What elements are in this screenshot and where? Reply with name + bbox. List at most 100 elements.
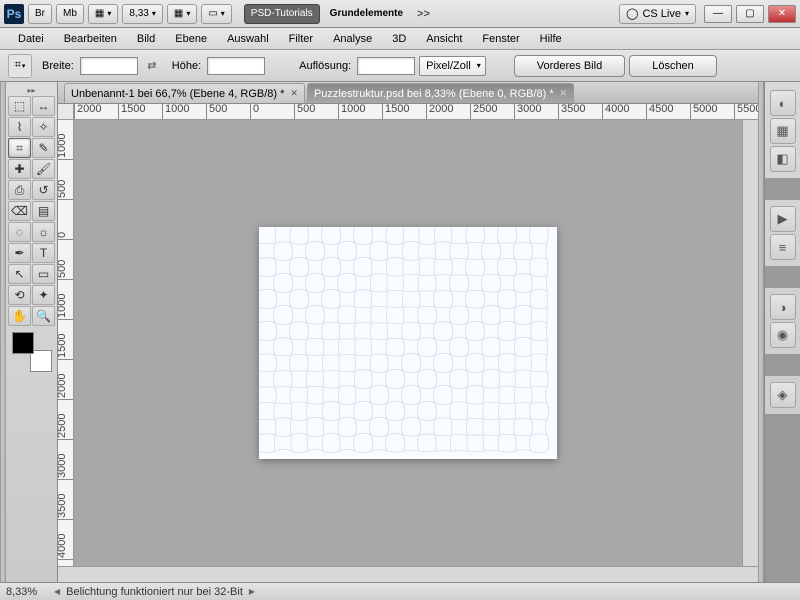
3d-rotate-tool[interactable]: ⟲ xyxy=(8,285,31,305)
menu-hilfe[interactable]: Hilfe xyxy=(530,31,572,47)
shape-tool[interactable]: ▭ xyxy=(32,264,55,284)
screen-mode-button[interactable]: ▭ xyxy=(201,4,231,24)
adjustments-panel-icon[interactable]: ◧ xyxy=(770,146,796,172)
vertical-scrollbar[interactable] xyxy=(742,120,758,566)
menu-fenster[interactable]: Fenster xyxy=(472,31,529,47)
color-swatches[interactable] xyxy=(12,332,52,372)
workspace-other[interactable]: Grundelemente xyxy=(324,4,409,24)
blur-tool[interactable]: ◌ xyxy=(8,222,31,242)
ruler-tick: 2500 xyxy=(470,104,497,120)
ruler-tick: 1500 xyxy=(382,104,409,120)
more-workspaces-icon[interactable]: >> xyxy=(417,8,430,20)
masks-panel-icon[interactable]: ◑ xyxy=(770,294,796,320)
ruler-tick: 2000 xyxy=(58,360,74,400)
width-input[interactable] xyxy=(80,57,138,75)
ruler-tick: 500 xyxy=(206,104,227,120)
canvas-area[interactable] xyxy=(74,120,742,566)
canvas-document[interactable] xyxy=(259,227,557,459)
layers-panel-icon[interactable]: ◈ xyxy=(770,382,796,408)
status-bar: 8,33% ◀ Belichtung funktioniert nur bei … xyxy=(0,582,800,600)
wand-tool[interactable]: ✧ xyxy=(32,117,55,137)
foreground-color-swatch[interactable] xyxy=(12,332,34,354)
styles-panel-icon[interactable]: ≡ xyxy=(770,234,796,260)
fx-panel-icon[interactable]: ◉ xyxy=(770,322,796,348)
zoom-tool[interactable]: 🔍 xyxy=(32,306,55,326)
close-tab-2-icon[interactable]: ✕ xyxy=(560,88,568,99)
close-button[interactable]: ✕ xyxy=(768,5,796,23)
type-tool[interactable]: T xyxy=(32,243,55,263)
eraser-tool[interactable]: ⌫ xyxy=(8,201,31,221)
pen-tool[interactable]: ✒ xyxy=(8,243,31,263)
swatches-panel-icon[interactable]: ▦ xyxy=(770,118,796,144)
gradient-tool[interactable]: ▤ xyxy=(32,201,55,221)
document-tab-1[interactable]: Unbenannt-1 bei 66,7% (Ebene 4, RGB/8) *… xyxy=(64,83,305,103)
menu-3d[interactable]: 3D xyxy=(382,31,416,47)
ruler-tick: 5500 xyxy=(734,104,758,120)
clear-button[interactable]: Löschen xyxy=(629,55,717,77)
resolution-unit-select[interactable]: Pixel/Zoll xyxy=(419,56,486,76)
menu-filter[interactable]: Filter xyxy=(279,31,323,47)
minibridge-button[interactable]: Mb xyxy=(56,4,84,24)
horizontal-ruler[interactable]: 2000150010005000500100015002000250030003… xyxy=(58,104,758,120)
status-arrow-left-icon[interactable]: ◀ xyxy=(54,587,60,596)
move-tool[interactable]: ↔ xyxy=(32,96,55,116)
eyedropper-tool[interactable]: ✎ xyxy=(32,138,55,158)
panel-empty-area xyxy=(765,414,800,582)
menu-ansicht[interactable]: Ansicht xyxy=(416,31,472,47)
menu-bild[interactable]: Bild xyxy=(127,31,165,47)
status-zoom[interactable]: 8,33% xyxy=(6,586,48,598)
resolution-label: Auflösung: xyxy=(299,60,351,72)
menu-datei[interactable]: Datei xyxy=(8,31,54,47)
document-tabs: Unbenannt-1 bei 66,7% (Ebene 4, RGB/8) *… xyxy=(58,82,758,104)
horizontal-scrollbar[interactable] xyxy=(58,566,758,582)
height-input[interactable] xyxy=(207,57,265,75)
ruler-origin[interactable] xyxy=(58,104,74,120)
heal-tool[interactable]: ✚ xyxy=(8,159,31,179)
crop-tool-preset-icon[interactable]: ⌗▾ xyxy=(8,54,32,78)
3d-camera-tool[interactable]: ✦ xyxy=(32,285,55,305)
maximize-button[interactable]: ▢ xyxy=(736,5,764,23)
document-tab-2[interactable]: Puzzlestruktur.psd bei 8,33% (Ebene 0, R… xyxy=(307,83,574,103)
ruler-tick: 4500 xyxy=(646,104,673,120)
marquee-tool[interactable]: ⬚ xyxy=(8,96,31,116)
bridge-button[interactable]: Br xyxy=(28,4,52,24)
brush-tool[interactable]: 🖌 xyxy=(32,159,55,179)
workspace-active[interactable]: PSD-Tutorials xyxy=(244,4,320,24)
cs-live-button[interactable]: ◯CS Live▾ xyxy=(619,4,696,24)
path-select-tool[interactable]: ↖ xyxy=(8,264,31,284)
ruler-tick: 2000 xyxy=(74,104,101,120)
arrange-documents-button[interactable]: ▦ xyxy=(88,4,118,24)
ruler-tick: 5000 xyxy=(690,104,717,120)
ruler-tick: 1000 xyxy=(338,104,365,120)
actions-panel-icon[interactable]: ▶ xyxy=(770,206,796,232)
color-panel-icon[interactable]: ◐ xyxy=(770,90,796,116)
dodge-tool[interactable]: ☼ xyxy=(32,222,55,242)
history-brush-tool[interactable]: ↺ xyxy=(32,180,55,200)
hand-tool[interactable]: ✋ xyxy=(8,306,31,326)
resolution-input[interactable] xyxy=(357,57,415,75)
vertical-ruler[interactable]: 1000500050010001500200025003000350040004… xyxy=(58,120,74,566)
crop-tool[interactable]: ⌗ xyxy=(8,138,31,158)
minimize-button[interactable]: — xyxy=(704,5,732,23)
ruler-tick: 4000 xyxy=(602,104,629,120)
swap-dimensions-icon[interactable]: ⇄ xyxy=(142,57,162,75)
panel-divider xyxy=(765,266,800,288)
front-image-button[interactable]: Vorderes Bild xyxy=(514,55,625,77)
menu-auswahl[interactable]: Auswahl xyxy=(217,31,279,47)
menu-ebene[interactable]: Ebene xyxy=(165,31,217,47)
close-tab-1-icon[interactable]: ✕ xyxy=(290,88,298,99)
panel-divider xyxy=(765,354,800,376)
stamp-tool[interactable]: ⎙ xyxy=(8,180,31,200)
height-label: Höhe: xyxy=(172,60,201,72)
view-extras-button[interactable]: ▦ xyxy=(167,4,197,24)
ruler-tick: 1500 xyxy=(118,104,145,120)
menu-bearbeiten[interactable]: Bearbeiten xyxy=(54,31,127,47)
lasso-tool[interactable]: ⌇ xyxy=(8,117,31,137)
menu-analyse[interactable]: Analyse xyxy=(323,31,382,47)
ruler-tick: 2000 xyxy=(426,104,453,120)
ruler-tick: 3000 xyxy=(514,104,541,120)
toolbox-collapse-icon[interactable]: ▸▸ xyxy=(8,86,55,96)
zoom-level-dropdown[interactable]: 8,33 xyxy=(122,4,162,24)
status-arrow-right-icon[interactable]: ▶ xyxy=(249,587,255,596)
ruler-tick: 1500 xyxy=(58,320,74,360)
